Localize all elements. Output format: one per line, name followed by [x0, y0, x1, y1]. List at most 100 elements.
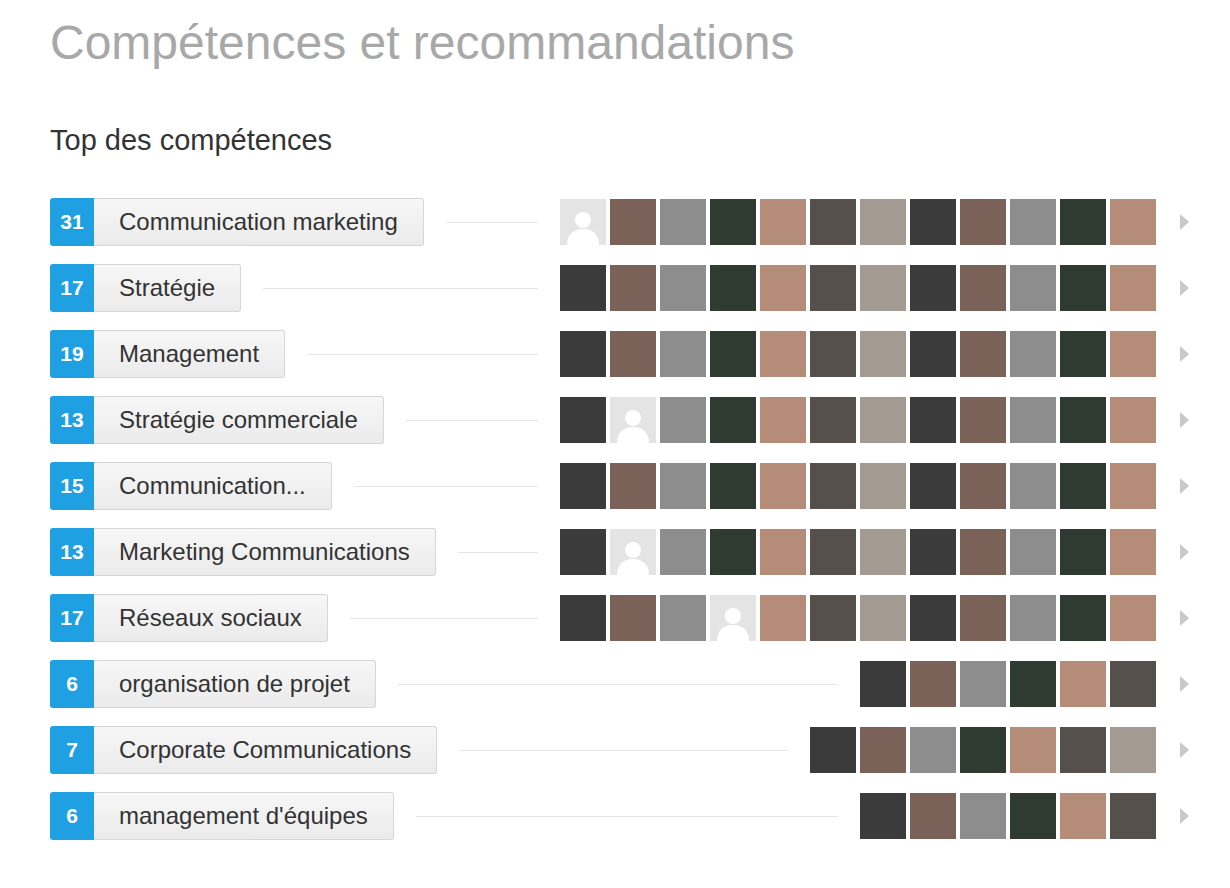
endorser-avatar[interactable] — [960, 199, 1006, 245]
endorser-avatar-placeholder[interactable] — [610, 397, 656, 443]
endorser-avatar[interactable] — [1110, 529, 1156, 575]
endorser-avatar[interactable] — [1110, 199, 1156, 245]
endorser-avatar[interactable] — [610, 595, 656, 641]
endorser-avatar[interactable] — [1010, 661, 1056, 707]
endorser-avatar[interactable] — [1060, 331, 1106, 377]
expand-button[interactable] — [1178, 675, 1190, 693]
expand-button[interactable] — [1178, 345, 1190, 363]
endorser-avatar[interactable] — [660, 199, 706, 245]
endorser-avatar[interactable] — [760, 265, 806, 311]
endorser-avatar[interactable] — [610, 331, 656, 377]
endorser-avatar[interactable] — [760, 331, 806, 377]
skill-name[interactable]: Communication marketing — [94, 198, 424, 246]
endorser-avatar[interactable] — [710, 199, 756, 245]
endorser-avatar[interactable] — [1060, 793, 1106, 839]
endorser-avatar[interactable] — [1110, 793, 1156, 839]
endorser-avatar[interactable] — [1110, 397, 1156, 443]
endorser-avatar[interactable] — [960, 529, 1006, 575]
endorser-avatar[interactable] — [710, 331, 756, 377]
endorser-avatar[interactable] — [1010, 793, 1056, 839]
skill-name[interactable]: Stratégie — [94, 264, 241, 312]
endorser-avatar[interactable] — [560, 529, 606, 575]
expand-button[interactable] — [1178, 543, 1190, 561]
endorser-avatar[interactable] — [560, 265, 606, 311]
endorsement-count[interactable]: 7 — [50, 726, 94, 774]
endorser-avatar[interactable] — [1060, 529, 1106, 575]
endorser-avatar[interactable] — [1010, 397, 1056, 443]
endorser-avatar[interactable] — [1010, 331, 1056, 377]
endorser-avatar[interactable] — [1060, 661, 1106, 707]
endorser-avatar[interactable] — [960, 727, 1006, 773]
endorser-avatar[interactable] — [1110, 463, 1156, 509]
endorser-avatar[interactable] — [1010, 595, 1056, 641]
expand-button[interactable] — [1178, 477, 1190, 495]
endorser-avatar[interactable] — [1010, 463, 1056, 509]
endorser-avatar[interactable] — [1060, 265, 1106, 311]
endorser-avatar[interactable] — [760, 463, 806, 509]
endorser-avatar[interactable] — [960, 397, 1006, 443]
endorser-avatar[interactable] — [860, 793, 906, 839]
endorsement-count[interactable]: 13 — [50, 396, 94, 444]
endorser-avatar[interactable] — [810, 463, 856, 509]
endorser-avatar[interactable] — [660, 331, 706, 377]
endorser-avatar[interactable] — [810, 331, 856, 377]
endorsement-count[interactable]: 6 — [50, 792, 94, 840]
skill-name[interactable]: Stratégie commerciale — [94, 396, 384, 444]
endorser-avatar[interactable] — [1010, 199, 1056, 245]
skill-name[interactable]: Marketing Communications — [94, 528, 436, 576]
endorser-avatar[interactable] — [560, 595, 606, 641]
skill-name[interactable]: Réseaux sociaux — [94, 594, 328, 642]
endorser-avatar[interactable] — [1110, 265, 1156, 311]
endorser-avatar[interactable] — [910, 529, 956, 575]
endorser-avatar[interactable] — [810, 397, 856, 443]
endorser-avatar[interactable] — [660, 595, 706, 641]
endorser-avatar[interactable] — [910, 463, 956, 509]
endorsement-count[interactable]: 31 — [50, 198, 94, 246]
endorser-avatar[interactable] — [960, 331, 1006, 377]
endorser-avatar[interactable] — [960, 661, 1006, 707]
endorser-avatar[interactable] — [1110, 595, 1156, 641]
expand-button[interactable] — [1178, 411, 1190, 429]
expand-button[interactable] — [1178, 609, 1190, 627]
endorser-avatar[interactable] — [660, 463, 706, 509]
endorser-avatar[interactable] — [860, 397, 906, 443]
skill-name[interactable]: Communication... — [94, 462, 332, 510]
endorser-avatar-placeholder[interactable] — [610, 529, 656, 575]
endorser-avatar[interactable] — [760, 199, 806, 245]
endorser-avatar[interactable] — [560, 331, 606, 377]
endorser-avatar[interactable] — [710, 529, 756, 575]
endorser-avatar[interactable] — [810, 199, 856, 245]
endorser-avatar[interactable] — [860, 727, 906, 773]
endorser-avatar[interactable] — [1060, 199, 1106, 245]
endorser-avatar[interactable] — [960, 265, 1006, 311]
endorser-avatar[interactable] — [910, 727, 956, 773]
endorser-avatar[interactable] — [1110, 661, 1156, 707]
endorser-avatar[interactable] — [960, 463, 1006, 509]
endorsement-count[interactable]: 6 — [50, 660, 94, 708]
endorser-avatar[interactable] — [760, 529, 806, 575]
skill-name[interactable]: management d'équipes — [94, 792, 394, 840]
endorser-avatar[interactable] — [960, 595, 1006, 641]
endorser-avatar[interactable] — [910, 793, 956, 839]
endorser-avatar[interactable] — [610, 199, 656, 245]
endorser-avatar[interactable] — [860, 265, 906, 311]
endorsement-count[interactable]: 19 — [50, 330, 94, 378]
endorser-avatar[interactable] — [810, 529, 856, 575]
endorser-avatar[interactable] — [1110, 331, 1156, 377]
endorser-avatar[interactable] — [810, 727, 856, 773]
endorser-avatar[interactable] — [1060, 727, 1106, 773]
endorser-avatar[interactable] — [810, 595, 856, 641]
endorser-avatar[interactable] — [560, 463, 606, 509]
endorser-avatar[interactable] — [860, 529, 906, 575]
skill-name[interactable]: organisation de projet — [94, 660, 376, 708]
expand-button[interactable] — [1178, 807, 1190, 825]
endorser-avatar[interactable] — [610, 463, 656, 509]
endorser-avatar[interactable] — [860, 331, 906, 377]
endorser-avatar[interactable] — [660, 265, 706, 311]
endorser-avatar[interactable] — [860, 199, 906, 245]
endorser-avatar[interactable] — [1110, 727, 1156, 773]
endorsement-count[interactable]: 17 — [50, 264, 94, 312]
expand-button[interactable] — [1178, 279, 1190, 297]
endorsement-count[interactable]: 17 — [50, 594, 94, 642]
endorser-avatar[interactable] — [660, 529, 706, 575]
